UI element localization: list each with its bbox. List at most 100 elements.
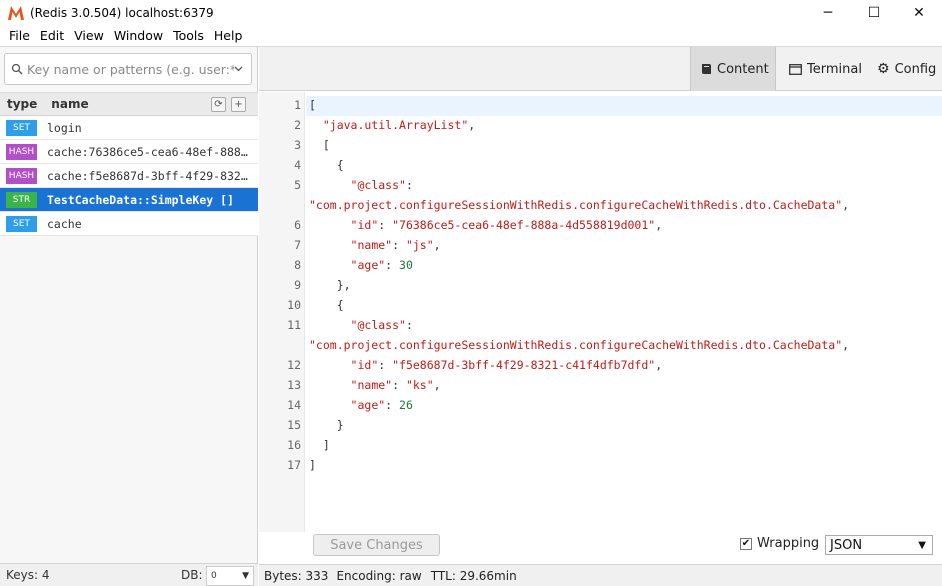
key-name: cache: [47, 216, 82, 231]
code-line: "name": "js",: [350, 238, 441, 252]
code-line: "@class":: [350, 318, 413, 332]
title-bar: (Redis 3.0.504) localhost:6379 ─ ☐ ✕: [0, 0, 942, 25]
code-line: "@class":: [350, 178, 413, 192]
line-number: 16: [287, 438, 301, 452]
line-number: 14: [287, 398, 301, 412]
code-line: "name": "ks",: [350, 378, 441, 392]
code-line: {: [309, 158, 344, 172]
key-name: TestCacheData::SimpleKey []: [47, 192, 234, 207]
wrapping-checkbox[interactable]: ✔: [740, 538, 752, 550]
line-number: 6: [294, 218, 301, 232]
line-number: 7: [294, 238, 301, 252]
code-line: ]: [309, 458, 316, 472]
save-changes-button[interactable]: Save Changes: [313, 534, 440, 556]
line-number: 1: [294, 98, 301, 112]
view-tabs: Content Terminal ⚙ Config: [259, 47, 942, 91]
code-line: "id": "76386ce5-cea6-48ef-888a-4d558819d…: [350, 218, 663, 232]
menu-edit[interactable]: Edit: [35, 28, 69, 43]
key-list-header: type name ⟳ +: [0, 92, 258, 116]
search-input[interactable]: [27, 55, 234, 83]
chevron-down-icon: ▼: [242, 571, 249, 581]
type-badge: SET: [6, 215, 37, 232]
menu-file[interactable]: File: [4, 28, 35, 43]
code-line: "com.project.configureSessionWithRedis.c…: [309, 198, 850, 212]
db-value: 0: [211, 571, 217, 581]
book-icon: [701, 63, 712, 75]
type-badge: STR: [6, 191, 37, 208]
value-panel: Content Terminal ⚙ Config 1 2 3 4 5 6 7 8 9 10 11 1…: [259, 47, 942, 586]
menu-window[interactable]: Window: [109, 28, 168, 43]
key-count: Keys: 4: [6, 568, 50, 582]
active-line-highlight: [306, 96, 942, 116]
code-line: {: [309, 298, 344, 312]
code-line: "java.util.ArrayList",: [322, 118, 476, 132]
key-row-cache-hash-1[interactable]: HASH cache:76386ce5-cea6-48ef-888a-…: [0, 140, 258, 164]
menu-view[interactable]: View: [69, 28, 109, 43]
type-badge: HASH: [6, 167, 37, 184]
line-number: 2: [294, 118, 301, 132]
menu-bar: File Edit View Window Tools Help: [0, 25, 942, 47]
code-line: ]: [309, 438, 330, 452]
search-box: [4, 53, 252, 85]
code-line: "age": 30: [350, 258, 413, 272]
add-key-button[interactable]: +: [231, 97, 246, 112]
value-status-bar: Bytes: 333 Encoding: raw TTL: 29.66min: [259, 564, 942, 586]
chevron-down-icon[interactable]: [234, 66, 243, 72]
key-name: cache:f5e8687d-3bff-4f29-8321-…: [47, 168, 252, 183]
type-badge: SET: [6, 119, 37, 136]
db-select[interactable]: 0 ▼: [206, 566, 254, 586]
format-value: JSON: [830, 537, 863, 553]
code-line: "com.project.configureSessionWithRedis.c…: [309, 338, 850, 352]
minimize-button[interactable]: ─: [805, 0, 851, 25]
encoding-info: Encoding: raw: [336, 568, 422, 583]
format-select[interactable]: JSON ▼: [825, 535, 933, 555]
line-number: 13: [287, 378, 301, 392]
key-row-cache[interactable]: SET cache: [0, 212, 258, 236]
app-logo-icon: [5, 2, 27, 24]
line-number: 11: [287, 318, 301, 332]
name-column-header: name: [51, 97, 89, 111]
line-number: 10: [287, 298, 301, 312]
key-browser-panel: type name ⟳ + SET login HASH cache:76386…: [0, 47, 258, 586]
line-number-gutter: 1 2 3 4 5 6 7 8 9 10 11 12 13 14 15 16 17: [259, 92, 305, 532]
code-line: [: [309, 98, 316, 112]
line-number: 9: [294, 278, 301, 292]
wrapping-label: Wrapping: [757, 536, 820, 551]
type-badge: HASH: [6, 143, 37, 160]
key-row-login[interactable]: SET login: [0, 116, 258, 140]
ttl-info: TTL: 29.66min: [430, 568, 517, 583]
db-label: DB:: [181, 568, 203, 582]
key-name: cache:76386ce5-cea6-48ef-888a-…: [47, 144, 252, 159]
search-icon: [11, 63, 23, 75]
bytes-info: Bytes: 333: [264, 568, 329, 583]
refresh-icon[interactable]: ⟳: [211, 97, 226, 112]
key-list: SET login HASH cache:76386ce5-cea6-48ef-…: [0, 116, 258, 236]
close-button[interactable]: ✕: [896, 0, 942, 25]
key-row-cache-hash-2[interactable]: HASH cache:f5e8687d-3bff-4f29-8321-…: [0, 164, 258, 188]
menu-tools[interactable]: Tools: [168, 28, 209, 43]
code-line: [: [309, 138, 330, 152]
menu-help[interactable]: Help: [209, 28, 248, 43]
tab-terminal-label: Terminal: [807, 61, 862, 77]
line-number: 15: [287, 418, 301, 432]
line-number: 12: [287, 358, 301, 372]
tab-terminal[interactable]: Terminal: [779, 47, 872, 91]
key-row-testcachedata[interactable]: STR TestCacheData::SimpleKey []: [0, 188, 258, 212]
code-line: "age": 26: [350, 398, 413, 412]
tab-config[interactable]: ⚙ Config: [867, 47, 942, 91]
code-line: },: [309, 278, 351, 292]
line-number: 3: [294, 138, 301, 152]
line-number: 4: [294, 158, 301, 172]
window-title: (Redis 3.0.504) localhost:6379: [30, 5, 214, 20]
tab-content[interactable]: Content: [690, 47, 776, 91]
left-status-bar: Keys: 4 DB: 0 ▼: [0, 563, 258, 586]
tab-config-label: Config: [894, 61, 937, 77]
maximize-button[interactable]: ☐: [851, 0, 897, 25]
tab-content-label: Content: [717, 61, 769, 77]
line-number: 8: [294, 258, 301, 272]
editor-actions-bar: Save Changes ✔ Wrapping JSON ▼: [259, 532, 942, 564]
code-line: }: [309, 418, 344, 432]
type-column-header: type: [7, 97, 38, 111]
value-editor[interactable]: 1 2 3 4 5 6 7 8 9 10 11 12 13 14 15 16 17 [ "java.util.A…: [259, 92, 942, 532]
line-number: 5: [294, 178, 301, 192]
